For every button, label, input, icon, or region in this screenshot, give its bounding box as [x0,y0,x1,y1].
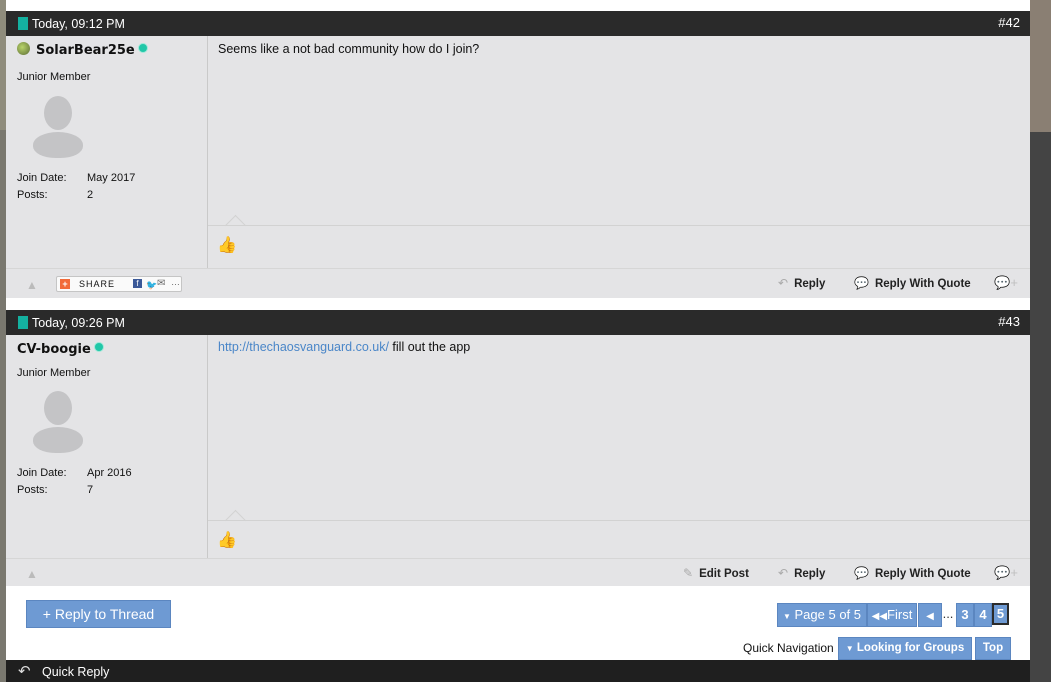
post-count-value: 7 [87,484,94,496]
twitter-icon: 🐦 [146,280,158,290]
join-date-value: Apr 2016 [87,467,132,479]
chevron-down-icon: ▼ [845,644,854,653]
first-page-button[interactable]: ◀◀First [867,603,917,627]
double-chevron-left-icon: ◀◀ [871,611,888,622]
post-number-link[interactable]: #43 [998,314,1020,329]
email-icon: ✉ [157,278,166,289]
avatar[interactable] [33,391,83,455]
post-status-icon [18,17,28,30]
award-icon [17,42,30,55]
join-date-value: May 2017 [87,172,136,184]
post-date: Today, 09:26 PM [32,316,125,330]
user-info-panel: CV-boogie Junior Member Join Date: Apr 20… [6,335,208,558]
post-42: Today, 09:12 PM #42 SolarBear25e Junior … [6,11,1030,298]
reply-button[interactable]: ↶ Reply [778,276,825,290]
share-button[interactable]: + SHARE f 🐦 ✉ … [56,276,182,292]
username-link[interactable]: SolarBear25e [17,42,148,58]
post-message: http://thechaosvanguard.co.uk/ fill out … [218,340,470,354]
username-link[interactable]: CV-boogie [17,342,104,357]
avatar[interactable] [33,96,83,160]
reply-to-thread-button[interactable]: + Reply to Thread [26,600,171,628]
post-footer: ▲ + SHARE f 🐦 ✉ … ↶ Reply 💬 Reply With Quo… [6,268,1030,298]
post-43: Today, 09:26 PM #43 CV-boogie Junior Mem… [6,310,1030,586]
page-4-link[interactable]: 4 [974,603,992,627]
chevron-left-icon: ◀ [926,611,934,622]
pagination-ellipsis: ... [942,606,954,621]
join-date-row: Join Date: Apr 2016 [17,467,132,479]
online-status-icon [93,342,104,352]
like-thumb-icon[interactable]: 👍 [217,530,237,550]
quote-icon: 💬 [854,566,869,580]
reply-with-quote-button[interactable]: 💬 Reply With Quote [854,276,971,290]
more-icon: … [171,277,180,287]
edit-post-button[interactable]: ✎ Edit Post [683,566,749,580]
multi-quote-icon[interactable]: 💬+ [994,565,1018,581]
reply-icon: ↶ [778,566,789,580]
chevron-down-icon: ▼ [782,612,791,621]
post-count-row: Posts: 7 [17,484,94,496]
join-date-row: Join Date: May 2017 [17,172,136,184]
reply-arrow-icon: ↶ [18,663,31,680]
addthis-icon: + [60,279,70,289]
online-status-icon [137,43,148,53]
prev-page-button[interactable]: ◀ [918,603,942,627]
forum-jump-dropdown[interactable]: ▼ Looking for Groups [838,637,972,660]
report-warning-icon[interactable]: ▲ [26,567,38,581]
user-rank: Junior Member [17,367,91,379]
post-status-icon [18,316,28,329]
top-button[interactable]: Top [975,637,1011,660]
reply-with-quote-button[interactable]: 💬 Reply With Quote [854,566,971,580]
page-5-current[interactable]: 5 [992,603,1009,625]
page-jump-dropdown[interactable]: ▼ Page 5 of 5 [777,603,867,627]
page-3-link[interactable]: 3 [956,603,974,627]
quote-icon: 💬 [854,276,869,290]
post-count-row: Posts: 2 [17,189,94,201]
post-footer: ▲ ✎ Edit Post ↶ Reply 💬 Reply With Quote 💬+ [6,558,1030,586]
post-message: Seems like a not bad community how do I … [218,42,480,56]
multi-quote-icon[interactable]: 💬+ [994,275,1018,291]
user-rank: Junior Member [17,71,91,83]
quick-reply-bar[interactable]: ↶ Quick Reply [6,660,1030,682]
signature-divider [208,520,1030,521]
reply-icon: ↶ [778,276,789,290]
pencil-icon: ✎ [683,566,694,580]
user-info-panel: SolarBear25e Junior Member Join Date: May… [6,36,208,268]
report-warning-icon[interactable]: ▲ [26,278,38,292]
reply-button[interactable]: ↶ Reply [778,566,825,580]
quick-reply-label: Quick Reply [42,665,110,679]
quick-navigation-label: Quick Navigation [743,641,834,655]
facebook-icon: f [133,279,142,288]
post-number-link[interactable]: #42 [998,15,1020,30]
message-text: fill out the app [388,340,471,354]
post-header: Today, 09:26 PM #43 [6,310,1030,335]
post-header: Today, 09:12 PM #42 [6,11,1030,36]
post-count-value: 2 [87,189,94,201]
like-thumb-icon[interactable]: 👍 [217,235,237,255]
signature-divider [208,225,1030,226]
post-date: Today, 09:12 PM [32,17,125,31]
thread-container: Today, 09:12 PM #42 SolarBear25e Junior … [6,0,1030,682]
message-link[interactable]: http://thechaosvanguard.co.uk/ [218,340,389,354]
